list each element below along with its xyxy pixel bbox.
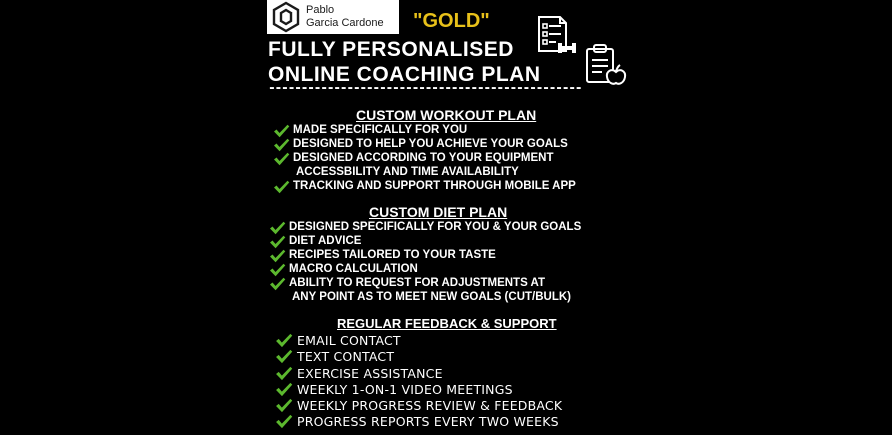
workout-list-item: MADE SPECIFICALLY FOR YOU: [273, 124, 576, 138]
checkmark-icon: [269, 221, 286, 235]
diet-item-text: ANY POINT AS TO MEET NEW GOALS (CUT/BULK…: [292, 291, 571, 303]
logo-line-1: Pablo: [306, 4, 335, 16]
support-item-text: TEXT CONTACT: [297, 349, 395, 365]
diet-list-item: ANY POINT AS TO MEET NEW GOALS (CUT/BULK…: [269, 291, 581, 305]
workout-list-item: ACCESSBILITY AND TIME AVAILABILITY: [273, 166, 576, 180]
diet-item-text: DESIGNED SPECIFICALLY FOR YOU & YOUR GOA…: [289, 221, 582, 233]
support-list-item: TEXT CONTACT: [275, 349, 562, 365]
checkmark-icon: [275, 414, 293, 429]
support-list-item: WEEKLY PROGRESS REVIEW & FEEDBACK: [275, 398, 562, 414]
workout-list: MADE SPECIFICALLY FOR YOU DESIGNED TO HEL…: [273, 124, 576, 194]
diet-list-item: RECIPES TAILORED TO YOUR TASTE: [269, 249, 581, 263]
checkmark-icon: [269, 263, 286, 277]
support-item-text: WEEKLY PROGRESS REVIEW & FEEDBACK: [297, 398, 563, 414]
support-list: EMAIL CONTACT TEXT CONTACT EXERCISE ASSIST…: [275, 333, 562, 431]
diet-section-title: CUSTOM DIET PLAN: [369, 204, 508, 220]
workout-list-item: DESIGNED TO HELP YOU ACHIEVE YOUR GOALS: [273, 138, 576, 152]
workout-item-text: DESIGNED ACCORDING TO YOUR EQUIPMENT: [293, 152, 554, 164]
support-item-text: WEEKLY 1-ON-1 VIDEO MEETINGS: [297, 381, 513, 397]
checklist-dumbbell-icon: [538, 16, 576, 53]
checkmark-icon: [275, 333, 293, 348]
support-list-item: EXERCISE ASSISTANCE: [275, 366, 562, 382]
checkmark-icon: [275, 382, 293, 397]
diet-item-text: ABILITY TO REQUEST FOR ADJUSTMENTS AT: [289, 277, 545, 289]
logo-mark-icon: [272, 1, 300, 33]
checkmark-icon: [269, 235, 286, 249]
checkmark-icon: [275, 398, 293, 413]
checkmark-icon: [273, 138, 290, 152]
workout-list-item: TRACKING AND SUPPORT THROUGH MOBILE APP: [273, 180, 576, 194]
checkmark-icon: [275, 349, 293, 364]
logo-text: Pablo Garcia Cardone: [306, 4, 384, 30]
workout-section-title: CUSTOM WORKOUT PLAN: [356, 107, 537, 123]
checkmark-icon: [275, 366, 293, 381]
workout-list-item: DESIGNED ACCORDING TO YOUR EQUIPMENT: [273, 152, 576, 166]
checkmark-icon: [273, 124, 290, 138]
checkmark-icon: [269, 277, 286, 291]
support-item-text: EXERCISE ASSISTANCE: [297, 365, 443, 381]
diet-list-item: MACRO CALCULATION: [269, 263, 581, 277]
checkmark-icon: [269, 249, 286, 263]
diet-list-item: DESIGNED SPECIFICALLY FOR YOU & YOUR GOA…: [269, 221, 581, 235]
support-list-item: EMAIL CONTACT: [275, 333, 562, 349]
gold-badge: "GOLD": [413, 10, 490, 32]
diet-item-text: DIET ADVICE: [289, 235, 362, 247]
diet-list-item: ABILITY TO REQUEST FOR ADJUSTMENTS AT: [269, 277, 581, 291]
workout-item-text: ACCESSBILITY AND TIME AVAILABILITY: [296, 166, 519, 178]
support-list-item: WEEKLY 1-ON-1 VIDEO MEETINGS: [275, 382, 562, 398]
divider: ----------------------------------------…: [268, 81, 583, 96]
logo-line-2: Garcia Cardone: [306, 17, 384, 29]
support-item-text: EMAIL CONTACT: [297, 333, 401, 348]
workout-item-text: TRACKING AND SUPPORT THROUGH MOBILE APP: [293, 179, 576, 192]
checkmark-icon: [273, 152, 290, 166]
support-item-text: PROGRESS REPORTS EVERY TWO WEEKS: [297, 414, 559, 430]
checkmark-icon: [273, 180, 290, 194]
diet-item-text: MACRO CALCULATION: [289, 263, 418, 275]
diet-list-item: DIET ADVICE: [269, 235, 581, 249]
clipboard-apple-icon: [586, 44, 627, 85]
support-section-title: REGULAR FEEDBACK & SUPPORT: [337, 316, 557, 331]
brand-logo: Pablo Garcia Cardone: [267, 0, 399, 34]
workout-item-text: MADE SPECIFICALLY FOR YOU: [293, 124, 468, 136]
support-list-item: PROGRESS REPORTS EVERY TWO WEEKS: [275, 414, 562, 430]
diet-list: DESIGNED SPECIFICALLY FOR YOU & YOUR GOA…: [269, 221, 581, 305]
diet-item-text: RECIPES TAILORED TO YOUR TASTE: [289, 249, 496, 261]
page-title-line-1: FULLY PERSONALISED: [268, 38, 514, 61]
workout-item-text: DESIGNED TO HELP YOU ACHIEVE YOUR GOALS: [293, 138, 568, 150]
